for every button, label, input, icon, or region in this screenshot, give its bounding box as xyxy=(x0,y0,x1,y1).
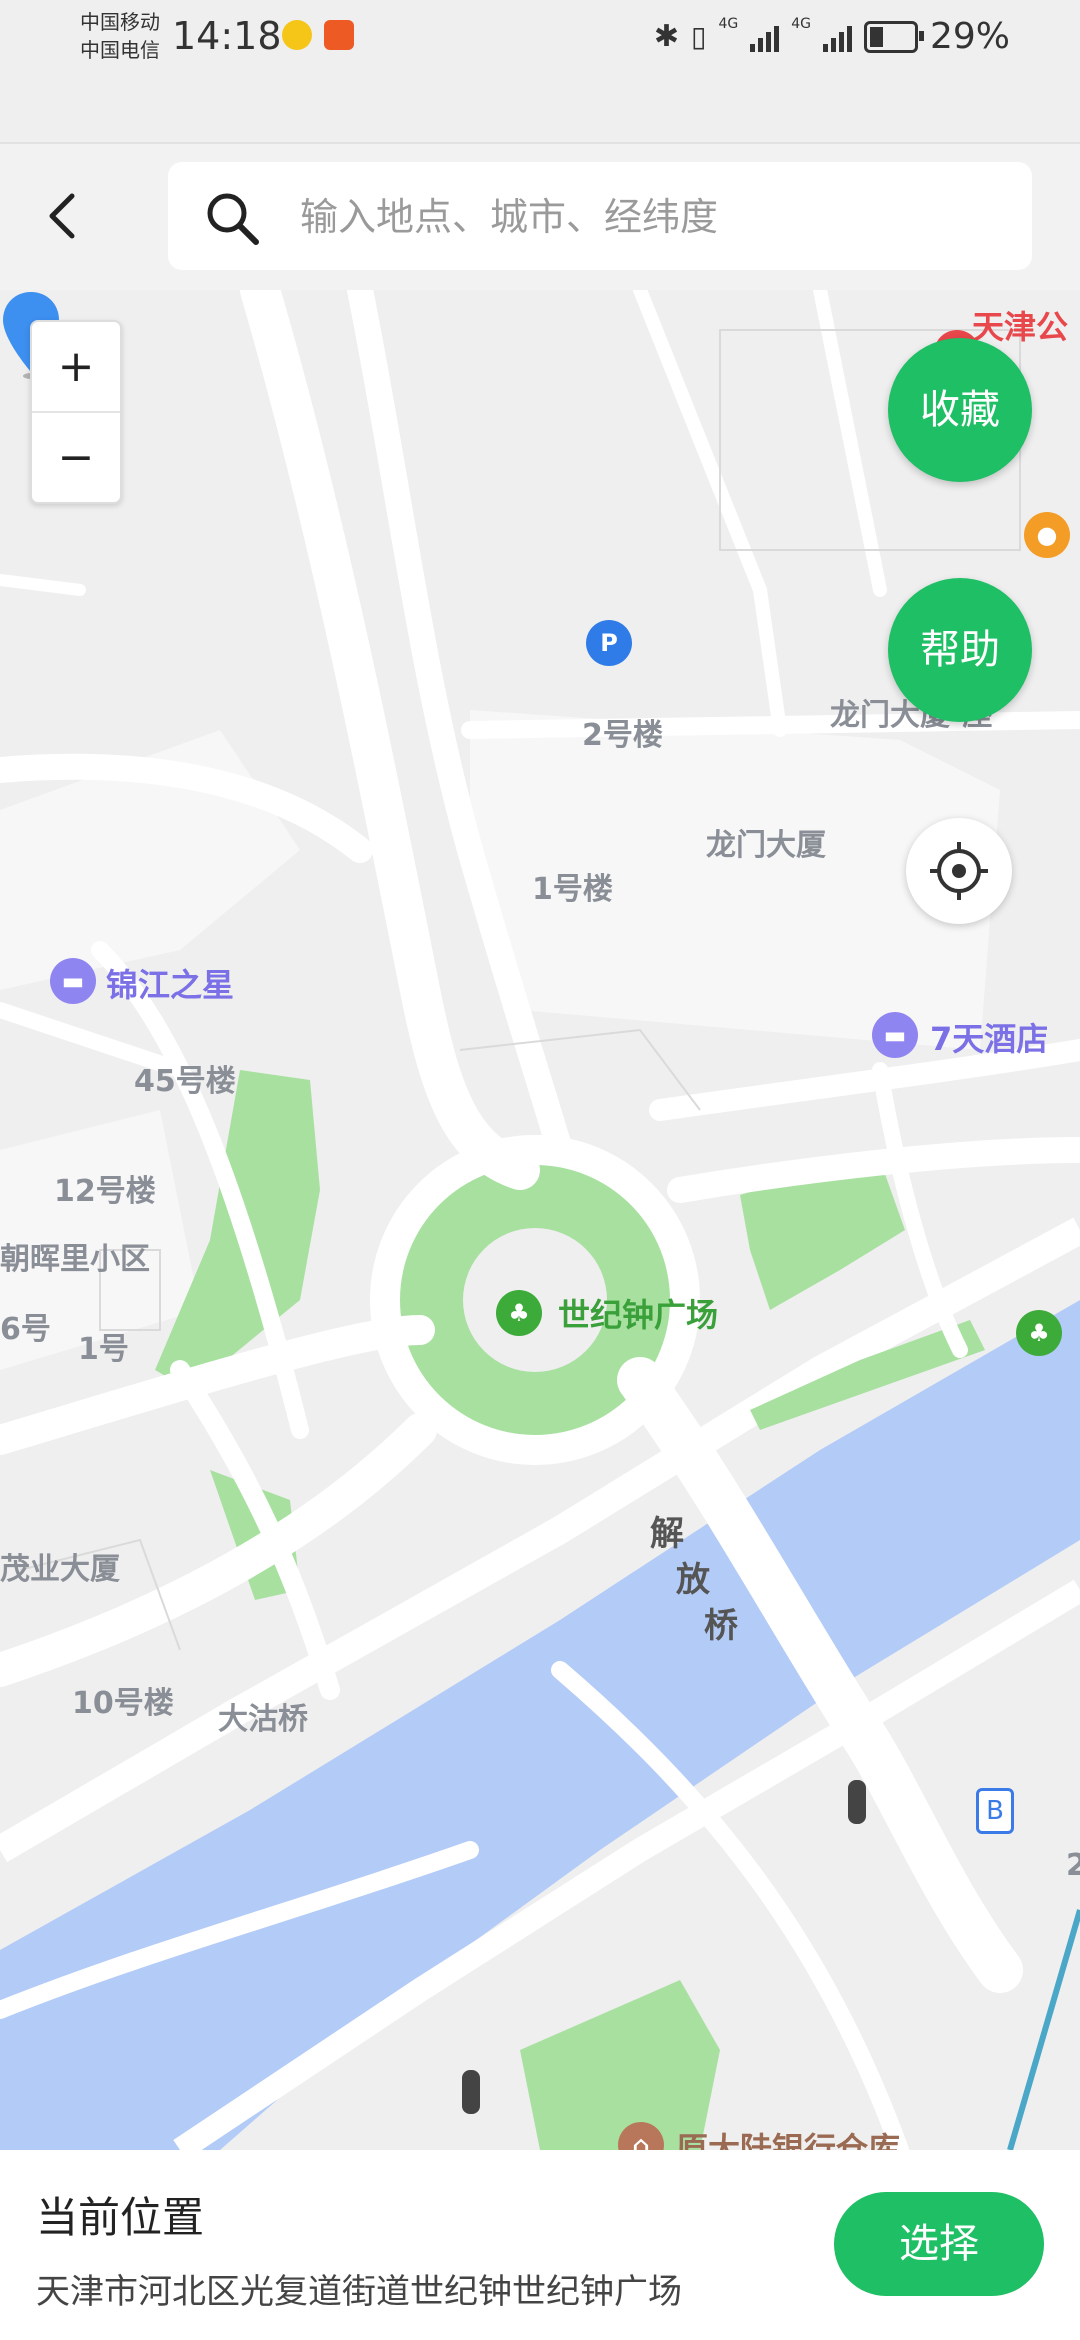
map-label-building-1: 1号楼 xyxy=(532,872,613,907)
carrier-info: 中国移动 中国电信 xyxy=(80,8,160,64)
map-label-jiefang-3: 桥 xyxy=(704,1606,738,1646)
map-label-6: 6号 xyxy=(0,1312,51,1347)
hotel-icon[interactable]: ▬ xyxy=(50,958,96,1004)
map-label-dagu-bridge: 大沽桥 xyxy=(218,1702,308,1737)
search-icon xyxy=(207,193,259,245)
map-canvas xyxy=(0,290,1080,2150)
zoom-in-button[interactable]: + xyxy=(32,322,120,411)
map-label-maoye: 茂业大厦 xyxy=(0,1552,120,1587)
search-box[interactable] xyxy=(168,162,1032,270)
location-panel: 当前位置 天津市河北区光复道街道世纪钟世纪钟广场 选择 xyxy=(0,2150,1080,2340)
help-button[interactable]: 帮助 xyxy=(888,578,1032,722)
map-label-10: 10号楼 xyxy=(72,1686,174,1721)
search-header xyxy=(0,144,1080,288)
current-location-title: 当前位置 xyxy=(36,2193,205,2242)
network-1-label: 4G xyxy=(718,16,739,32)
crosshair-icon xyxy=(930,842,988,900)
poi-label-jinjiang[interactable]: 锦江之星 xyxy=(106,960,234,1006)
burger-poi-icon[interactable]: ● xyxy=(1024,512,1070,558)
map-label-45: 45号楼 xyxy=(134,1064,236,1099)
clock: 14:18 xyxy=(172,14,282,58)
locate-button[interactable] xyxy=(906,818,1012,924)
search-input[interactable] xyxy=(298,188,1002,246)
vibrate-icon: ▯ xyxy=(691,20,707,53)
bluetooth-icon: ✱ xyxy=(653,19,680,54)
poi-label-century-plaza[interactable]: 世纪钟广场 xyxy=(558,1290,718,1336)
poi-label-seven-days[interactable]: 7天酒店 xyxy=(930,1014,1048,1060)
signal-2-icon xyxy=(822,22,852,52)
securities-app-icon xyxy=(324,20,354,50)
status-bar: 中国移动 中国电信 14:18 ✱ ▯ 4G 4G 29% xyxy=(0,0,1080,144)
traffic-light-icon xyxy=(462,2070,480,2114)
battery-icon xyxy=(863,20,924,53)
map-label-jiefang-1: 解 xyxy=(650,1514,684,1554)
map-label-12: 12号楼 xyxy=(54,1174,156,1209)
map-label-1: 1号 xyxy=(78,1332,129,1367)
battery-percent: 29% xyxy=(929,16,1010,57)
carrier-1: 中国移动 xyxy=(80,10,160,34)
traffic-light-icon xyxy=(848,1780,866,1824)
map-label-building-2: 2号楼 xyxy=(582,718,663,753)
select-button[interactable]: 选择 xyxy=(834,2192,1044,2296)
bus-stop-icon[interactable]: B xyxy=(976,1788,1014,1834)
park-icon[interactable]: ♣ xyxy=(1016,1310,1062,1356)
map-label-chaohui: 朝晖里小区 xyxy=(0,1242,150,1277)
parking-icon[interactable]: P xyxy=(586,620,632,666)
poi-label-warehouse[interactable]: 原大陆银行仓库 xyxy=(676,2124,900,2150)
back-arrow-icon[interactable] xyxy=(38,188,88,244)
favorite-button[interactable]: 收藏 xyxy=(888,338,1032,482)
status-icons: ✱ ▯ 4G 4G 29% xyxy=(654,16,1010,57)
zoom-control: + − xyxy=(30,320,122,504)
notification-app-icon xyxy=(282,20,312,50)
carrier-2: 中国电信 xyxy=(80,38,160,62)
map-label-partial-2: 2 xyxy=(1066,1848,1080,1883)
hotel-icon[interactable]: ▬ xyxy=(872,1012,918,1058)
signal-1-icon xyxy=(750,22,780,52)
current-location-address: 天津市河北区光复道街道世纪钟世纪钟广场 xyxy=(36,2272,682,2312)
zoom-out-button[interactable]: − xyxy=(32,413,120,502)
park-icon[interactable]: ♣ xyxy=(496,1290,542,1336)
network-2-label: 4G xyxy=(791,16,811,32)
map-label-jiefang-2: 放 xyxy=(676,1560,710,1600)
map-view[interactable]: 2号楼 1号楼 龙门大厦 龙门大厦-座 45号楼 12号楼 朝晖里小区 6号 1… xyxy=(0,290,1080,2150)
map-label-longmen: 龙门大厦 xyxy=(706,828,826,863)
poi-label-tianjin[interactable]: 天津公 xyxy=(972,302,1068,348)
